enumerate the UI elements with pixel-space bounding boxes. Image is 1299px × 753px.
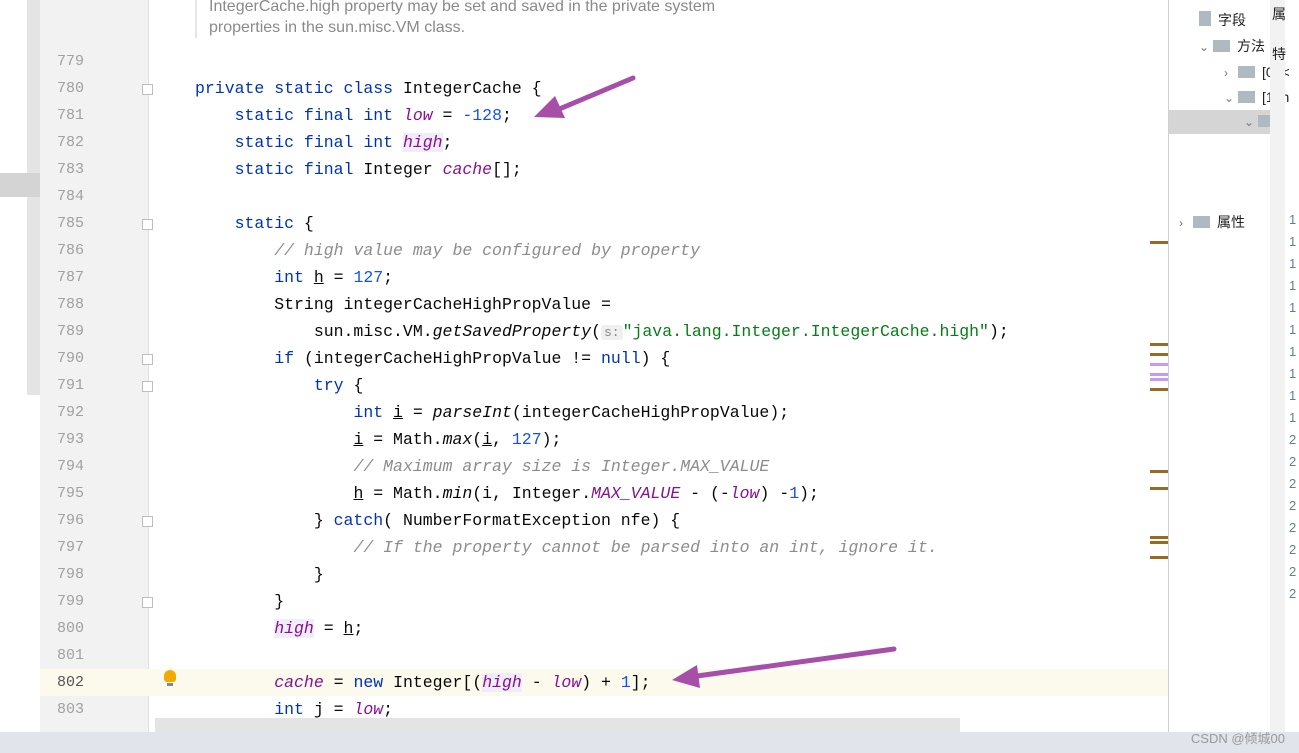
lightbulb-base (167, 683, 173, 686)
structure-panel: 字段⌄方法›[0] <⌄[1] n⌄[›属性 (1168, 0, 1290, 732)
tree-item[interactable]: › 属性 (1179, 210, 1245, 235)
fold-icon[interactable] (142, 354, 153, 365)
watermark: CSDN @倾城00 (1190, 731, 1285, 746)
number-cell: 1 (1289, 366, 1297, 381)
folder-icon (1213, 40, 1230, 52)
side-tab[interactable]: 属 (1272, 2, 1286, 27)
tree-item-label: 属性 (1217, 214, 1245, 230)
folder-icon (1238, 91, 1255, 103)
line-number: 792 (56, 404, 84, 421)
side-panel: 属 特 (1270, 0, 1286, 732)
stripe-marker[interactable] (1150, 343, 1168, 346)
line-number: 799 (56, 593, 84, 610)
chevron-down-icon[interactable]: ⌄ (1199, 35, 1213, 60)
stripe-marker[interactable] (1150, 388, 1168, 391)
number-cell: 1 (1289, 388, 1297, 403)
line-number: 800 (56, 620, 84, 637)
stripe-marker[interactable] (1150, 378, 1168, 381)
arrow-low (534, 75, 636, 118)
number-cell: 2 (1289, 542, 1297, 557)
line-number: 784 (56, 188, 84, 205)
chevron-right-icon[interactable]: › (1224, 61, 1238, 86)
line-number: 802 (56, 674, 84, 691)
line-number: 788 (56, 296, 84, 313)
stripe-marker[interactable] (1150, 363, 1168, 366)
error-stripe[interactable] (1150, 0, 1168, 732)
side-tab[interactable]: 特 (1272, 42, 1286, 67)
line-number: 785 (56, 215, 84, 232)
number-column: 1 1 1 1 1 1 1 1 1 1 2 2 2 2 2 2 2 2 (1285, 110, 1299, 732)
line-number: 780 (56, 80, 84, 97)
code-editor[interactable]: IntegerCache.high property may be set an… (149, 0, 1168, 732)
number-cell: 1 (1289, 278, 1297, 293)
chevron-down-icon[interactable]: ⌄ (1244, 110, 1258, 135)
line-number: 779 (56, 53, 84, 70)
line-number: 782 (56, 134, 84, 151)
stripe-marker[interactable] (1150, 541, 1168, 544)
line-number: 783 (56, 161, 84, 178)
stripe-marker[interactable] (1150, 487, 1168, 490)
stripe-marker[interactable] (1150, 241, 1168, 244)
stripe-marker[interactable] (1150, 470, 1168, 473)
number-cell: 2 (1289, 498, 1297, 513)
fold-icon[interactable] (142, 84, 153, 95)
line-number: 801 (56, 647, 84, 664)
number-cell: 1 (1289, 344, 1297, 359)
line-number: 796 (56, 512, 84, 529)
folder-icon (1193, 216, 1210, 228)
line-number: 781 (56, 107, 84, 124)
left-marker (0, 173, 40, 197)
line-number: 793 (56, 431, 84, 448)
left-strip (0, 0, 27, 732)
left-scrollbar[interactable] (27, 0, 40, 395)
fold-icon[interactable] (142, 381, 153, 392)
tree-item[interactable]: ⌄ 方法 (1199, 34, 1265, 59)
number-cell: 2 (1289, 454, 1297, 469)
number-cell: 2 (1289, 564, 1297, 579)
number-cell: 1 (1289, 212, 1297, 227)
fold-icon[interactable] (142, 597, 153, 608)
number-cell: 2 (1289, 520, 1297, 535)
chevron-right-icon[interactable]: › (1179, 211, 1193, 236)
line-number: 794 (56, 458, 84, 475)
line-number: 790 (56, 350, 84, 367)
line-number: 787 (56, 269, 84, 286)
line-number: 795 (56, 485, 84, 502)
line-number: 786 (56, 242, 84, 259)
status-bar (0, 732, 1299, 753)
number-cell: 1 (1289, 234, 1297, 249)
line-number: 798 (56, 566, 84, 583)
arrow-cache (672, 646, 897, 688)
stripe-marker[interactable] (1150, 556, 1168, 559)
line-number: 789 (56, 323, 84, 340)
tree-item-label: 方法 (1237, 38, 1265, 54)
line-number: 803 (56, 701, 84, 718)
number-cell: 2 (1289, 476, 1297, 491)
chevron-down-icon[interactable]: ⌄ (1224, 86, 1238, 111)
number-cell: 1 (1289, 256, 1297, 271)
stripe-marker[interactable] (1150, 353, 1168, 356)
annotation-arrows (534, 75, 897, 688)
stripe-marker[interactable] (1150, 536, 1168, 539)
line-number: 791 (56, 377, 84, 394)
stripe-marker[interactable] (1150, 373, 1168, 376)
number-cell: 1 (1289, 300, 1297, 315)
line-number: 797 (56, 539, 84, 556)
number-cell: 2 (1289, 586, 1297, 601)
fold-icon[interactable] (142, 219, 153, 230)
tree-item-label: 字段 (1218, 12, 1246, 28)
fold-icon[interactable] (142, 516, 153, 527)
lightbulb-icon[interactable] (164, 670, 176, 682)
tree-item[interactable]: 字段 (1199, 8, 1246, 33)
number-cell: 2 (1289, 432, 1297, 447)
folder-icon (1238, 66, 1255, 78)
number-cell: 1 (1289, 322, 1297, 337)
horizontal-scrollbar[interactable] (155, 718, 960, 732)
file-icon (1199, 11, 1211, 26)
number-cell: 1 (1289, 410, 1297, 425)
